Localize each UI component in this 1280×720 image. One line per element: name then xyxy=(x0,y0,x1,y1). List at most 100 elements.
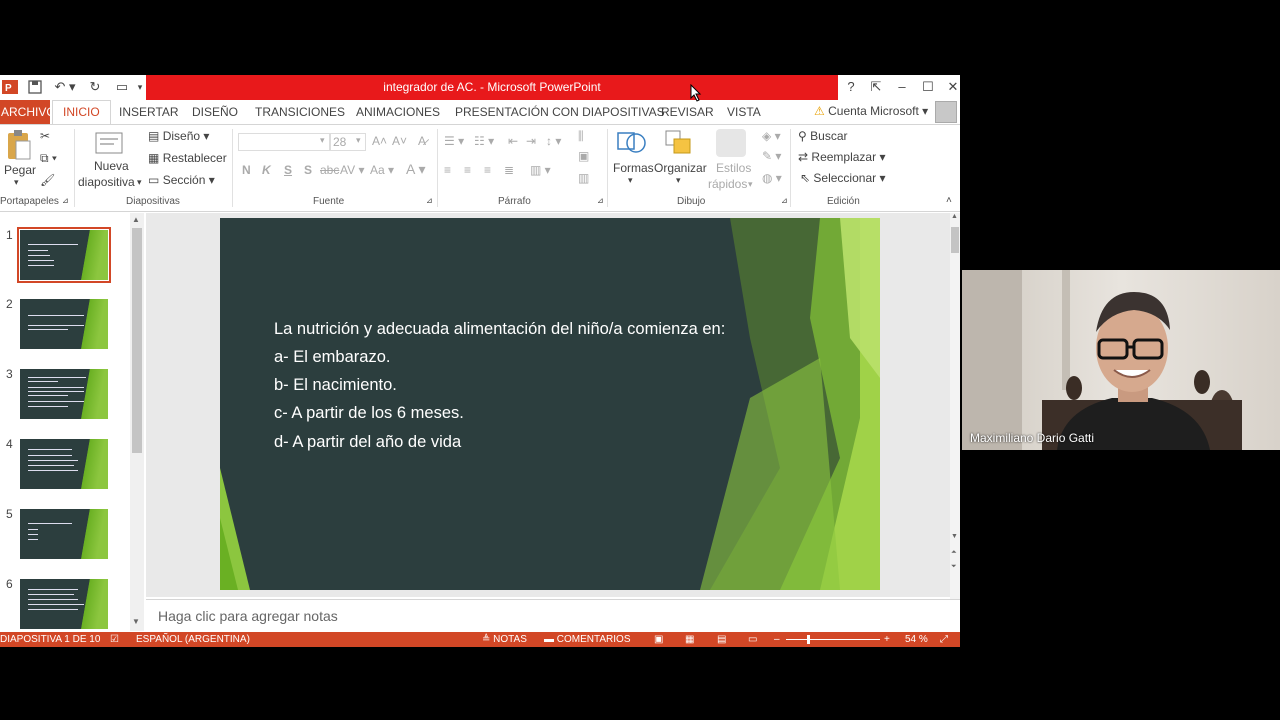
zoom-slider-thumb[interactable] xyxy=(807,635,810,644)
justify-icon[interactable]: ≣ xyxy=(504,163,514,177)
undo-icon[interactable]: ↶ ▾ xyxy=(52,79,78,95)
find-button[interactable]: ⚲ Buscar xyxy=(798,129,848,143)
comments-button[interactable]: ▬ COMENTARIOS xyxy=(544,634,631,645)
arrange-dropdown-icon[interactable]: ▾ xyxy=(676,175,681,186)
slide-scrollbar[interactable]: ▲ ▼ ⏶ ⏷ xyxy=(950,213,960,599)
close-icon[interactable]: ✕ xyxy=(943,79,960,95)
tab-archivo[interactable]: ARCHIVO xyxy=(0,100,56,124)
new-slide-icon[interactable] xyxy=(94,129,126,158)
shape-outline-icon[interactable]: ✎ ▾ xyxy=(762,149,781,163)
layout-button[interactable]: ▤ Diseño ▾ xyxy=(148,129,209,143)
thumbnails-scrollbar[interactable]: ▲ ▼ xyxy=(130,213,144,631)
shapes-dropdown-icon[interactable]: ▾ xyxy=(628,175,633,186)
slide-sorter-icon[interactable]: ▦ xyxy=(685,634,694,645)
columns-icon[interactable]: ▥ ▾ xyxy=(530,163,551,177)
scroll-down-icon[interactable]: ▼ xyxy=(951,533,958,540)
font-dialog-launcher-icon[interactable]: ⊿ xyxy=(426,196,433,205)
scroll-up-icon[interactable]: ▲ xyxy=(951,213,958,220)
decrease-indent-icon[interactable]: ⇤ xyxy=(508,134,518,148)
shrink-font-icon[interactable]: A˅ xyxy=(392,134,407,148)
align-left-icon[interactable]: ≡ xyxy=(444,163,451,177)
cut-icon[interactable]: ✂ xyxy=(40,129,50,143)
account-menu[interactable]: ⚠ Cuenta Microsoft ▾ xyxy=(814,104,928,118)
slide-thumbnail-3[interactable] xyxy=(20,369,108,419)
shadow-icon[interactable]: S xyxy=(304,163,312,177)
slide-thumbnail-4[interactable] xyxy=(20,439,108,489)
zoom-level[interactable]: 54 % xyxy=(905,634,928,645)
customize-qat-icon[interactable]: ▾ xyxy=(136,79,144,95)
quick-styles-icon[interactable] xyxy=(716,129,746,157)
select-button[interactable]: ⇖ Seleccionar ▾ xyxy=(800,171,885,185)
ribbon-display-icon[interactable]: ⇱ xyxy=(866,79,886,95)
zoom-out-icon[interactable]: – xyxy=(774,634,780,645)
font-color-icon[interactable]: A ▾ xyxy=(406,161,425,178)
clear-format-icon[interactable]: A̷ xyxy=(418,134,426,148)
underline-icon[interactable]: S xyxy=(284,163,292,177)
normal-view-icon[interactable]: ▣ xyxy=(654,634,663,645)
fit-slide-icon[interactable]: ⤢ xyxy=(940,634,948,645)
previous-slide-icon[interactable]: ⏶ xyxy=(951,549,957,557)
next-slide-icon[interactable]: ⏷ xyxy=(951,563,957,571)
quick-styles-label[interactable]: rápidos xyxy=(708,177,747,191)
bullets-icon[interactable]: ☰ ▾ xyxy=(444,134,464,148)
shapes-icon[interactable] xyxy=(616,129,648,160)
tab-insertar[interactable]: INSERTAR xyxy=(119,105,179,119)
font-dropdown-icon[interactable]: ▾ xyxy=(320,135,325,146)
scroll-up-icon[interactable]: ▲ xyxy=(132,215,140,224)
tab-revisar[interactable]: REVISAR xyxy=(661,105,714,119)
quick-styles-button[interactable]: Estilos xyxy=(716,161,751,175)
reading-view-icon[interactable]: ▤ xyxy=(717,634,726,645)
change-case-icon[interactable]: Aa ▾ xyxy=(370,163,394,177)
drawing-dialog-launcher-icon[interactable]: ⊿ xyxy=(781,196,788,205)
tab-inicio[interactable]: INICIO xyxy=(52,100,111,125)
align-text-icon[interactable]: ▣ xyxy=(578,149,589,163)
paste-dropdown-icon[interactable]: ▾ xyxy=(14,177,19,188)
smartart-icon[interactable]: ▥ xyxy=(578,171,589,185)
font-name-field[interactable] xyxy=(238,133,330,151)
tab-presentacion[interactable]: PRESENTACIÓN CON DIAPOSITIVAS xyxy=(455,105,665,119)
quick-styles-dropdown-icon[interactable]: ▾ xyxy=(748,179,753,190)
text-direction-icon[interactable]: ⫼ xyxy=(578,129,584,144)
tab-animaciones[interactable]: ANIMACIONES xyxy=(356,105,440,119)
italic-icon[interactable]: K xyxy=(262,163,271,177)
current-slide[interactable]: La nutrición y adecuada alimentación del… xyxy=(220,218,880,590)
arrange-icon[interactable] xyxy=(664,129,694,160)
scrollbar-thumb[interactable] xyxy=(132,228,142,453)
align-center-icon[interactable]: ≡ xyxy=(464,163,471,177)
section-button[interactable]: ▭ Sección ▾ xyxy=(148,173,215,187)
numbering-icon[interactable]: ☷ ▾ xyxy=(474,134,494,148)
tab-diseno[interactable]: DISEÑO xyxy=(192,105,238,119)
slide-thumbnail-1[interactable] xyxy=(17,227,111,283)
slide-thumbnail-2[interactable] xyxy=(20,299,108,349)
zoom-slider[interactable] xyxy=(786,639,880,640)
grow-font-icon[interactable]: A˄ xyxy=(372,134,387,148)
shape-effects-icon[interactable]: ◍ ▾ xyxy=(762,171,782,185)
collapse-ribbon-icon[interactable]: ˄ xyxy=(946,195,952,206)
help-icon[interactable]: ? xyxy=(841,79,861,95)
slide-thumbnail-6[interactable] xyxy=(20,579,108,629)
maximize-icon[interactable]: ☐ xyxy=(918,79,938,95)
paste-button[interactable]: Pegar xyxy=(4,163,36,177)
shapes-button[interactable]: Formas xyxy=(613,161,654,175)
minimize-icon[interactable]: – xyxy=(892,79,912,95)
zoom-in-icon[interactable]: + xyxy=(884,634,890,645)
new-slide-label[interactable]: diapositiva xyxy=(78,175,135,189)
start-slideshow-icon[interactable]: ▭ xyxy=(112,79,132,95)
format-painter-icon[interactable]: 🖌 xyxy=(40,173,55,187)
align-right-icon[interactable]: ≡ xyxy=(484,163,491,177)
redo-icon[interactable]: ↻ xyxy=(86,79,104,95)
avatar[interactable] xyxy=(935,101,957,123)
save-icon[interactable] xyxy=(26,79,44,95)
arrange-button[interactable]: Organizar xyxy=(654,161,707,175)
notes-placeholder[interactable]: Haga clic para agregar notas xyxy=(158,608,338,624)
new-slide-dropdown-icon[interactable]: ▾ xyxy=(137,177,142,188)
replace-button[interactable]: ⇄ Reemplazar ▾ xyxy=(798,150,885,164)
char-spacing-icon[interactable]: AV ▾ xyxy=(340,163,364,177)
reset-button[interactable]: ▦ Restablecer xyxy=(148,151,227,165)
new-slide-button[interactable]: Nueva xyxy=(94,159,129,173)
slideshow-view-icon[interactable]: ▭ xyxy=(748,634,757,645)
notes-button[interactable]: ≜ NOTAS xyxy=(482,634,527,645)
bold-icon[interactable]: N xyxy=(242,163,251,177)
strikethrough-icon[interactable]: abc xyxy=(320,163,339,177)
tab-vista[interactable]: VISTA xyxy=(727,105,761,119)
